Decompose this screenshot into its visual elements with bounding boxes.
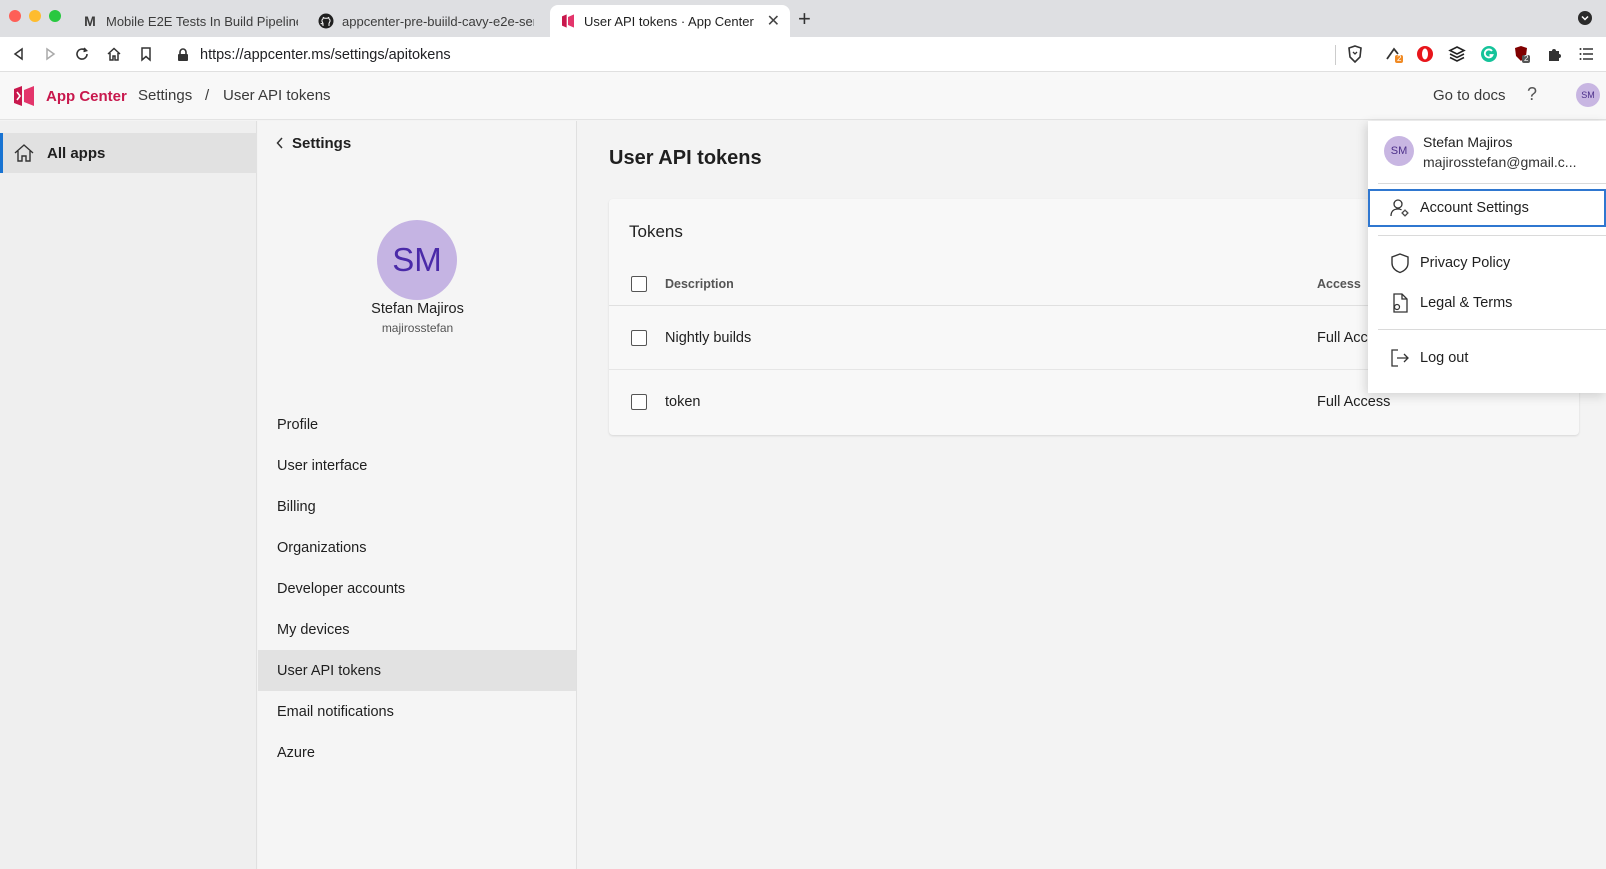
new-tab-button[interactable]: + <box>798 8 811 30</box>
brand-link[interactable]: App Center <box>12 84 127 108</box>
row-checkbox[interactable] <box>631 329 647 346</box>
breadcrumb-separator: / <box>205 87 210 104</box>
token-description: Nightly builds <box>665 329 752 346</box>
brand-name: App Center <box>46 87 127 105</box>
settings-menu: Profile User interface Billing Organizat… <box>258 404 576 773</box>
lock-icon <box>172 47 194 62</box>
dropdown-user-email: majirosstefan@gmail.c... <box>1423 154 1577 170</box>
privacy-policy-menu-item[interactable]: Privacy Policy <box>1368 244 1606 282</box>
tab-menu-button[interactable] <box>1578 11 1592 25</box>
ublock-icon[interactable]: 2 <box>1512 45 1530 63</box>
menu-item-label: Account Settings <box>1420 200 1529 216</box>
back-label: Settings <box>292 135 352 152</box>
browser-toolbar: https://appcenter.ms/settings/apitokens … <box>0 37 1606 72</box>
user-gear-icon <box>1388 196 1412 220</box>
menu-item-label: Legal & Terms <box>1420 295 1513 311</box>
select-all-checkbox[interactable] <box>631 275 647 292</box>
browser-tab-mobile-e2e[interactable]: M Mobile E2E Tests In Build Pipeline w <box>72 5 308 37</box>
url-bar[interactable]: https://appcenter.ms/settings/apitokens <box>172 41 1352 68</box>
settings-menu-user-interface[interactable]: User interface <box>258 445 576 486</box>
browser-tab-github[interactable]: appcenter-pre-buiild-cavy-e2e-ser <box>308 5 544 37</box>
menu-item-label: Log out <box>1420 350 1469 366</box>
logout-icon <box>1388 346 1412 370</box>
layers-icon[interactable] <box>1448 45 1466 63</box>
menu-item-label: Privacy Policy <box>1420 255 1511 271</box>
brave-shield-icon[interactable] <box>1346 45 1364 64</box>
legal-terms-menu-item[interactable]: Legal & Terms <box>1368 284 1606 322</box>
menu-icon[interactable] <box>1578 45 1596 63</box>
token-description: token <box>665 394 701 410</box>
home-icon[interactable] <box>103 43 125 65</box>
url-text: https://appcenter.ms/settings/apitokens <box>200 46 451 63</box>
chevron-left-icon <box>276 136 284 152</box>
account-settings-menu-item[interactable]: Account Settings <box>1368 189 1606 227</box>
window-close-button[interactable] <box>9 10 21 22</box>
user-menu-dropdown: SM Stefan Majiros majirosstefan@gmail.c.… <box>1368 121 1606 393</box>
toolbar-divider <box>1335 45 1336 65</box>
tokens-card-title: Tokens <box>629 222 683 241</box>
help-icon[interactable]: ? <box>1527 84 1537 105</box>
browser-tab-user-api-tokens[interactable]: User API tokens · App Center ✕ <box>550 5 790 37</box>
log-out-menu-item[interactable]: Log out <box>1368 339 1606 377</box>
column-header-description[interactable]: Description <box>665 277 734 291</box>
settings-panel: Settings SM Stefan Majiros majirosstefan… <box>258 121 577 869</box>
settings-menu-azure[interactable]: Azure <box>258 732 576 773</box>
settings-menu-developer-accounts[interactable]: Developer accounts <box>258 568 576 609</box>
settings-back-link[interactable]: Settings <box>276 135 351 152</box>
tab-title: User API tokens · App Center <box>584 13 754 29</box>
tab-title: appcenter-pre-buiild-cavy-e2e-ser <box>342 13 534 29</box>
forward-icon[interactable] <box>39 43 61 65</box>
medium-icon: M <box>84 13 96 29</box>
nav-item-label: All apps <box>47 144 106 162</box>
left-nav: All apps <box>0 121 257 869</box>
reload-icon[interactable] <box>71 43 93 65</box>
puzzle-icon[interactable] <box>1546 45 1564 63</box>
dropdown-avatar: SM <box>1384 136 1414 166</box>
back-icon[interactable] <box>8 43 30 65</box>
close-icon[interactable]: ✕ <box>767 11 780 31</box>
opera-icon[interactable] <box>1416 45 1434 63</box>
extension-badge-icon[interactable]: 2 <box>1385 45 1403 63</box>
settings-menu-user-api-tokens[interactable]: User API tokens <box>258 650 576 691</box>
extension-badge-count: 2 <box>1397 54 1402 63</box>
extension-badge-count: 2 <box>1524 54 1529 63</box>
row-checkbox[interactable] <box>631 394 647 410</box>
github-icon <box>318 13 334 29</box>
appcenter-logo-icon <box>12 84 36 108</box>
nav-item-all-apps[interactable]: All apps <box>0 133 257 173</box>
profile-avatar: SM <box>377 220 457 300</box>
appcenter-icon <box>560 13 576 29</box>
browser-tab-strip: M Mobile E2E Tests In Build Pipeline w a… <box>0 0 1606 37</box>
settings-menu-email-notifications[interactable]: Email notifications <box>258 691 576 732</box>
app-header: App Center Settings / User API tokens Go… <box>0 72 1606 120</box>
settings-menu-my-devices[interactable]: My devices <box>258 609 576 650</box>
go-to-docs-link[interactable]: Go to docs <box>1433 87 1506 104</box>
column-header-access[interactable]: Access <box>1317 277 1361 291</box>
shield-icon <box>1388 251 1412 275</box>
grammarly-icon[interactable] <box>1480 45 1498 63</box>
dropdown-divider <box>1378 235 1606 236</box>
profile-handle: majirosstefan <box>381 321 454 335</box>
breadcrumb-settings[interactable]: Settings <box>138 87 192 104</box>
document-icon <box>1388 291 1412 315</box>
token-access: Full Acc <box>1317 329 1368 346</box>
user-avatar-button[interactable]: SM <box>1576 83 1600 107</box>
settings-menu-profile[interactable]: Profile <box>258 404 576 445</box>
settings-menu-billing[interactable]: Billing <box>258 486 576 527</box>
page-title: User API tokens <box>609 147 762 169</box>
breadcrumb-current: User API tokens <box>223 87 331 104</box>
tab-title: Mobile E2E Tests In Build Pipeline w <box>106 13 298 29</box>
dropdown-divider <box>1378 329 1606 330</box>
window-minimize-button[interactable] <box>29 10 41 22</box>
window-zoom-button[interactable] <box>49 10 61 22</box>
bookmark-icon[interactable] <box>135 43 157 65</box>
profile-name: Stefan Majiros <box>371 301 464 317</box>
token-access: Full Access <box>1317 394 1391 410</box>
settings-menu-organizations[interactable]: Organizations <box>258 527 576 568</box>
home-icon <box>13 142 35 164</box>
dropdown-user-name: Stefan Majiros <box>1423 134 1513 150</box>
dropdown-divider <box>1378 183 1606 184</box>
